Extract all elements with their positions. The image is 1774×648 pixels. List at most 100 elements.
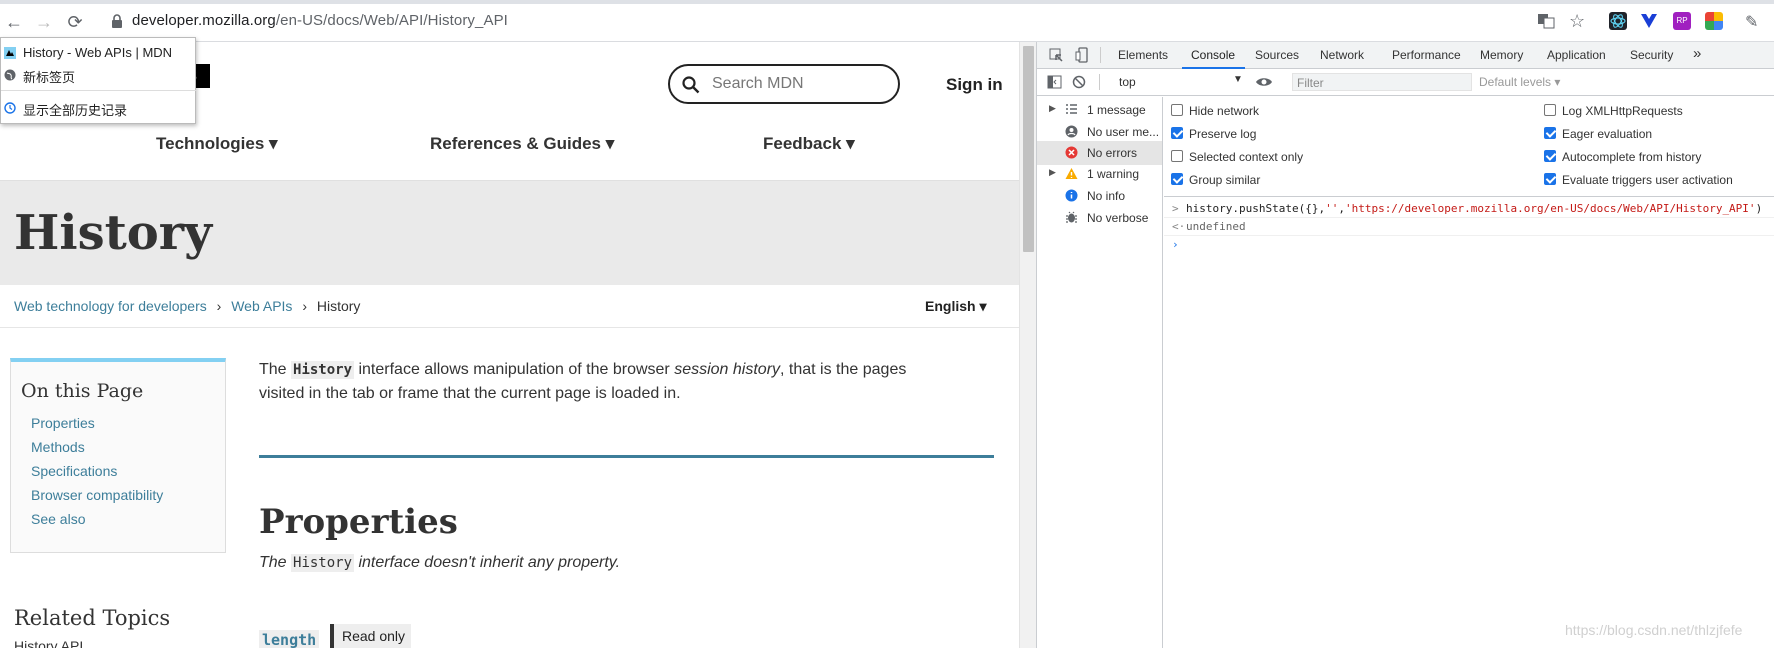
live-expression-eye-icon[interactable] bbox=[1255, 76, 1273, 88]
history-item-label: History - Web APIs | MDN bbox=[23, 45, 173, 60]
search-icon bbox=[682, 76, 700, 94]
page-scrollbar[interactable] bbox=[1019, 42, 1036, 648]
clear-console-icon[interactable] bbox=[1072, 75, 1086, 89]
related-topics-heading: Related Topics bbox=[14, 606, 171, 630]
inspect-element-icon[interactable] bbox=[1049, 48, 1064, 63]
command-text: history.pushState({}, bbox=[1186, 202, 1326, 215]
url-host: developer.mozilla.org bbox=[132, 12, 276, 29]
color-extension-icon[interactable] bbox=[1705, 12, 1723, 30]
tab-application[interactable]: Application bbox=[1547, 48, 1606, 62]
result-value: undefined bbox=[1186, 220, 1246, 233]
nav-technologies[interactable]: Technologies ▾ bbox=[156, 134, 278, 154]
checkbox-box[interactable] bbox=[1544, 127, 1556, 139]
breadcrumb-web-apis[interactable]: Web APIs bbox=[231, 298, 292, 314]
expand-triangle-icon[interactable]: ▶ bbox=[1049, 167, 1056, 178]
history-clock-icon bbox=[4, 102, 16, 114]
reload-icon[interactable]: ⟳ bbox=[63, 10, 87, 34]
tab-network[interactable]: Network bbox=[1320, 48, 1364, 62]
tab-sources[interactable]: Sources bbox=[1255, 48, 1299, 62]
checkbox-label: Selected context only bbox=[1189, 150, 1304, 164]
sidebar-label: No user me... bbox=[1087, 125, 1160, 139]
history-item-mdn[interactable]: History - Web APIs | MDN bbox=[1, 42, 197, 64]
history-show-all[interactable]: 显示全部历史记录 bbox=[1, 97, 197, 119]
intro-emphasis: session history bbox=[674, 361, 781, 378]
toc-item-see-also[interactable]: See also bbox=[31, 511, 85, 527]
breadcrumb-web-tech[interactable]: Web technology for developers bbox=[14, 298, 207, 314]
expand-triangle-icon[interactable]: ▶ bbox=[1049, 103, 1056, 114]
toc-item-properties[interactable]: Properties bbox=[31, 415, 95, 431]
console-settings: Hide network Preserve log Selected conte… bbox=[1164, 97, 1774, 197]
command-text: ) bbox=[1755, 202, 1763, 215]
related-topics-item[interactable]: History API bbox=[14, 638, 83, 648]
history-dropdown: History - Web APIs | MDN 新标签页 显示全部历史记录 bbox=[0, 37, 197, 124]
checkbox-box[interactable] bbox=[1171, 127, 1183, 139]
sidebar-toggle-icon[interactable] bbox=[1047, 75, 1062, 89]
extension-rp-icon[interactable]: RP bbox=[1673, 12, 1691, 30]
back-icon[interactable]: ← bbox=[2, 10, 26, 34]
toc-item-methods[interactable]: Methods bbox=[31, 439, 85, 455]
list-icon bbox=[1066, 104, 1077, 114]
translate-icon[interactable] bbox=[1537, 12, 1555, 30]
globe-icon bbox=[4, 69, 16, 81]
info-icon bbox=[1065, 189, 1078, 202]
tab-performance[interactable]: Performance bbox=[1392, 48, 1461, 62]
language-selector[interactable]: English ▾ bbox=[925, 298, 986, 315]
checkbox-box[interactable] bbox=[1171, 104, 1183, 116]
tab-security[interactable]: Security bbox=[1630, 48, 1673, 62]
search-placeholder: Search MDN bbox=[712, 75, 804, 92]
lock-icon[interactable] bbox=[109, 13, 125, 29]
user-icon bbox=[1065, 125, 1078, 138]
log-levels-dropdown[interactable]: Default levels ▾ bbox=[1479, 75, 1560, 89]
properties-heading: Properties bbox=[259, 502, 458, 542]
breadcrumb-divider bbox=[0, 327, 1019, 328]
checkbox-box[interactable] bbox=[1171, 173, 1183, 185]
vue-devtools-icon[interactable] bbox=[1640, 12, 1658, 30]
checkbox-label: Eager evaluation bbox=[1562, 127, 1653, 141]
property-length-link[interactable]: length bbox=[259, 630, 320, 648]
command-string: '' bbox=[1325, 202, 1339, 215]
sign-in-link[interactable]: Sign in bbox=[946, 75, 1003, 95]
mdn-favicon-icon bbox=[4, 47, 16, 59]
tab-console[interactable]: Console bbox=[1191, 48, 1235, 62]
watermark: https://blog.csdn.net/thlzjfefe bbox=[1565, 622, 1743, 638]
history-item-newtab[interactable]: 新标签页 bbox=[1, 64, 197, 86]
bookmark-star-icon[interactable]: ☆ bbox=[1569, 12, 1587, 30]
tabbar-divider bbox=[1100, 47, 1101, 63]
checkbox-box[interactable] bbox=[1171, 150, 1183, 162]
scrollbar-thumb[interactable] bbox=[1023, 46, 1034, 252]
react-devtools-icon[interactable] bbox=[1609, 12, 1627, 30]
checkbox-box[interactable] bbox=[1544, 104, 1556, 116]
more-tabs-icon[interactable]: » bbox=[1693, 45, 1701, 62]
tab-memory[interactable]: Memory bbox=[1480, 48, 1523, 62]
address-bar[interactable]: developer.mozilla.org/en-US/docs/Web/API… bbox=[132, 12, 508, 29]
note-code: History bbox=[291, 554, 355, 572]
nav-feedback[interactable]: Feedback ▾ bbox=[763, 134, 855, 154]
console-input-line[interactable]: > history.pushState({},'','https://devel… bbox=[1164, 200, 1774, 218]
sidebar-messages[interactable]: ▶ 1 message bbox=[1037, 98, 1162, 122]
toc-item-specifications[interactable]: Specifications bbox=[31, 463, 117, 479]
console-sidebar: ▶ 1 message No user me... No errors ▶ 1 … bbox=[1037, 97, 1163, 648]
checkbox-box[interactable] bbox=[1544, 150, 1556, 162]
search-box[interactable]: Search MDN bbox=[668, 64, 900, 104]
history-item-label: 新标签页 bbox=[23, 70, 76, 85]
checkbox-label: Autocomplete from history bbox=[1562, 150, 1702, 164]
tab-elements[interactable]: Elements bbox=[1118, 48, 1168, 62]
device-toolbar-icon[interactable] bbox=[1075, 47, 1090, 63]
toc-item-browser-compat[interactable]: Browser compatibility bbox=[31, 487, 163, 503]
url-path: /en-US/docs/Web/API/History_API bbox=[275, 12, 508, 29]
sidebar-label: 1 message bbox=[1087, 103, 1146, 117]
nav-references-guides[interactable]: References & Guides ▾ bbox=[430, 134, 614, 154]
devtools-panel: Elements Console Sources Network Perform… bbox=[1036, 42, 1774, 648]
history-code: History bbox=[291, 361, 355, 379]
filter-placeholder: Filter bbox=[1297, 76, 1324, 90]
checkbox-box[interactable] bbox=[1544, 173, 1556, 185]
extension-cut-icon[interactable]: ✎ bbox=[1745, 12, 1763, 31]
forward-icon[interactable]: → bbox=[32, 10, 56, 34]
sidebar-warnings[interactable]: ▶ 1 warning bbox=[1037, 162, 1162, 186]
history-item-label: 显示全部历史记录 bbox=[23, 103, 128, 118]
sidebar-verbose[interactable]: No verbose bbox=[1037, 206, 1162, 230]
console-prompt[interactable]: › bbox=[1164, 236, 1774, 254]
context-selector[interactable]: top ▼ bbox=[1109, 73, 1245, 91]
console-filter-input[interactable]: Filter bbox=[1292, 73, 1472, 91]
sidebar-info[interactable]: No info bbox=[1037, 184, 1162, 208]
